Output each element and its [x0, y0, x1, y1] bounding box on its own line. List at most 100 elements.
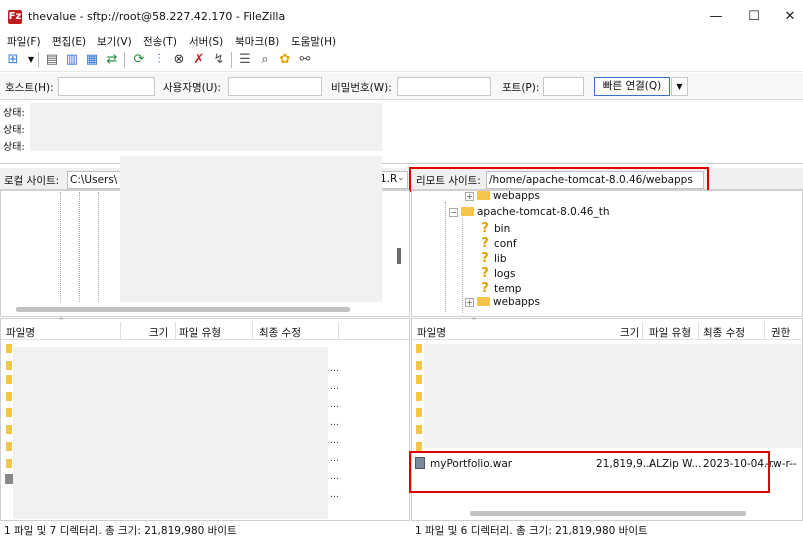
disconnect-icon[interactable]: ✗	[190, 51, 208, 69]
log-line: 상태:	[3, 125, 25, 136]
toolbar-separator	[124, 52, 125, 68]
remote-col-modified[interactable]: 최종 수정	[703, 325, 745, 340]
port-input[interactable]	[543, 77, 584, 96]
local-path-dropdown-icon[interactable]: ⌄	[397, 173, 405, 183]
minimize-button[interactable]: —	[696, 6, 736, 28]
remote-list-hscrollbar[interactable]	[470, 511, 746, 516]
tree-item-conf[interactable]: ? conf	[479, 236, 517, 251]
sort-asc-icon: ^	[471, 317, 477, 325]
reconnect-icon[interactable]: ↯	[210, 51, 228, 69]
sort-asc-icon: ^	[58, 317, 64, 325]
local-site-label: 로컬 사이트:	[4, 175, 60, 187]
menu-edit[interactable]: 편집(E)	[52, 34, 86, 49]
remote-col-filename[interactable]: 파일명	[417, 325, 446, 340]
tree-item-webapps[interactable]: + webapps	[465, 190, 540, 202]
remote-tree-items: + webapps − apache-tomcat-8.0.46_th ? bin ?…	[411, 190, 803, 314]
tree-item-label: logs	[494, 268, 516, 280]
transfer-queue-icon[interactable]: ⇄	[103, 51, 121, 69]
close-button[interactable]: ✕	[770, 6, 803, 28]
tree-item-webapps-2[interactable]: + webapps	[465, 296, 540, 308]
local-col-filename[interactable]: 파일명	[6, 325, 35, 340]
remote-tree-icon[interactable]: ▦	[83, 51, 101, 69]
tree-item-label: apache-tomcat-8.0.46_th	[477, 206, 610, 218]
sync-browse-icon[interactable]: ✿	[276, 51, 294, 69]
menu-transfer[interactable]: 전송(T)	[143, 34, 177, 49]
folder-icon	[6, 392, 12, 401]
comparison-icon[interactable]: ⌕	[256, 51, 274, 69]
tree-item-lib[interactable]: ? lib	[479, 251, 507, 266]
message-log-icon[interactable]: ▤	[43, 51, 61, 69]
process-queue-icon[interactable]: ⫶	[150, 51, 168, 69]
remote-col-size[interactable]: 크기	[620, 325, 639, 340]
folder-icon	[416, 408, 422, 417]
redacted-area	[120, 156, 382, 302]
tree-item-apache-tomcat[interactable]: − apache-tomcat-8.0.46_th	[449, 206, 610, 218]
unknown-folder-icon: ?	[481, 266, 489, 281]
log-line: 상태:	[3, 142, 25, 153]
directory-filter-icon[interactable]: ☰	[236, 51, 254, 69]
tree-guide	[462, 218, 463, 313]
site-manager-icon[interactable]: ⊞	[4, 51, 22, 69]
toolbar-separator	[231, 52, 232, 68]
username-input[interactable]	[228, 77, 322, 96]
host-input[interactable]	[58, 77, 155, 96]
quickconnect-dropdown-icon[interactable]: ▼	[671, 77, 688, 96]
local-tree-scrollbar[interactable]	[397, 248, 401, 264]
redacted-area	[13, 347, 328, 519]
truncated-dates: ……………………	[330, 364, 339, 500]
menu-bookmark[interactable]: 북마크(B)	[235, 34, 279, 49]
menu-help[interactable]: 도움말(H)	[291, 34, 336, 49]
tree-guide	[79, 192, 80, 302]
column-separator	[698, 322, 699, 340]
cancel-icon[interactable]: ⊗	[170, 51, 188, 69]
folder-icon	[416, 375, 422, 384]
folder-icon	[416, 344, 422, 353]
local-col-modified[interactable]: 최종 수정	[259, 325, 301, 340]
collapse-icon[interactable]: −	[449, 208, 458, 217]
expand-icon[interactable]: +	[465, 298, 474, 307]
tree-item-logs[interactable]: ? logs	[479, 266, 515, 281]
password-input[interactable]	[397, 77, 491, 96]
folder-icon	[6, 361, 12, 370]
menu-view[interactable]: 보기(V)	[97, 34, 132, 49]
folder-icon	[6, 344, 12, 353]
menu-file[interactable]: 파일(F)	[7, 34, 41, 49]
folder-icon	[477, 191, 490, 200]
tree-item-label: webapps	[493, 296, 540, 308]
tree-item-bin[interactable]: ? bin	[479, 221, 510, 236]
unknown-folder-icon: ?	[481, 236, 489, 251]
folder-icon	[6, 408, 12, 417]
column-separator	[120, 322, 121, 340]
unknown-folder-icon: ?	[481, 251, 489, 266]
maximize-button[interactable]: ☐	[734, 6, 774, 28]
tree-item-label: temp	[494, 283, 522, 295]
tree-guide	[445, 202, 446, 312]
tree-item-label: lib	[494, 253, 507, 265]
expand-icon[interactable]: +	[465, 192, 474, 201]
search-files-icon[interactable]: ⚯	[296, 51, 314, 69]
filezilla-icon: Fz	[8, 10, 22, 24]
remote-status: 1 파일 및 6 디렉터리. 총 크기: 21,819,980 바이트	[415, 525, 648, 537]
quickconnect-button[interactable]: 빠른 연결(Q)	[594, 77, 670, 96]
local-col-size[interactable]: 크기	[149, 325, 168, 340]
folder-icon	[477, 297, 490, 306]
tree-guide	[60, 192, 61, 302]
highlight-box-path	[409, 167, 709, 192]
local-tree-icon[interactable]: ▥	[63, 51, 81, 69]
refresh-icon[interactable]: ⟳	[130, 51, 148, 69]
folder-icon	[6, 442, 12, 451]
folder-icon	[6, 459, 12, 468]
local-status: 1 파일 및 7 디렉터리. 총 크기: 21,819,980 바이트	[4, 525, 237, 537]
tree-item-temp[interactable]: ? temp	[479, 281, 521, 296]
log-line: 상태:	[3, 108, 25, 119]
remote-col-type[interactable]: 파일 유형	[649, 325, 691, 340]
tree-item-label: conf	[494, 238, 517, 250]
remote-col-perm[interactable]: 권한	[771, 325, 790, 340]
local-tree-hscrollbar[interactable]	[16, 307, 350, 312]
port-label: 포트(P):	[502, 82, 540, 94]
menu-server[interactable]: 서버(S)	[189, 34, 223, 49]
column-separator	[764, 322, 765, 340]
unknown-folder-icon: ?	[481, 281, 489, 296]
local-col-type[interactable]: 파일 유형	[179, 325, 221, 340]
redacted-area	[424, 344, 802, 448]
